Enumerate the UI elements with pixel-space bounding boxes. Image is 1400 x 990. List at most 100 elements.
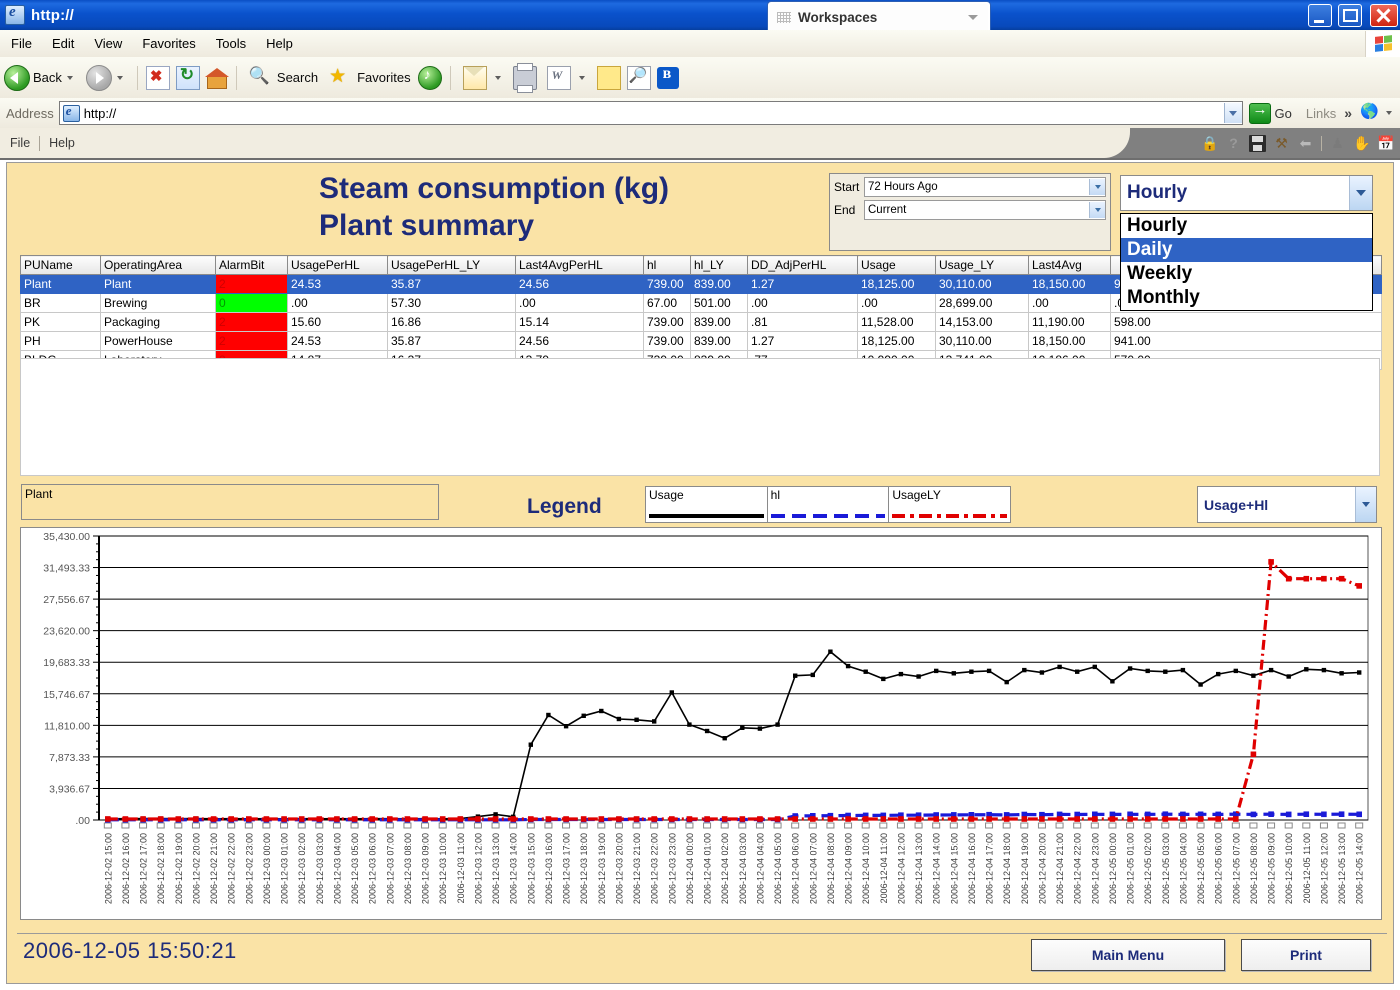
mail-button[interactable] xyxy=(456,62,510,94)
series-select[interactable]: Usage+Hl xyxy=(1197,486,1377,523)
period-select[interactable]: Hourly xyxy=(1120,175,1373,211)
data-point xyxy=(722,736,727,741)
period-option-weekly[interactable]: Weekly xyxy=(1121,262,1372,286)
bluetooth-icon[interactable] xyxy=(656,65,679,89)
x-tick xyxy=(1055,822,1064,829)
table-column-header[interactable]: Last4Avg xyxy=(1028,255,1111,275)
table-row[interactable]: PH PowerHouse 2 24.53 35.87 24.56 739.00 839.00… xyxy=(20,331,1382,351)
stop-icon[interactable] xyxy=(145,65,170,90)
main-menu-button[interactable]: Main Menu xyxy=(1031,939,1225,971)
menu-item-help[interactable]: Help xyxy=(257,34,302,53)
app-menu-help[interactable]: Help xyxy=(49,136,75,150)
table-cell: 24.56 xyxy=(515,274,644,294)
forward-history-chevron-icon[interactable] xyxy=(116,75,123,80)
table-column-header[interactable]: Last4AvgPerHL xyxy=(515,255,644,275)
data-point xyxy=(105,816,111,822)
home-icon[interactable] xyxy=(204,67,229,89)
toolbar-overflow-icon[interactable]: » xyxy=(1344,105,1352,121)
tools-icon[interactable]: ⚒ xyxy=(1273,135,1290,152)
table-column-header[interactable]: hl_LY xyxy=(690,255,748,275)
print-button[interactable]: Print xyxy=(1241,939,1371,971)
research-icon[interactable] xyxy=(626,65,651,90)
table-cell: 2 xyxy=(215,331,288,351)
period-option-hourly[interactable]: Hourly xyxy=(1121,214,1372,238)
plant-selector[interactable]: Plant xyxy=(21,484,439,520)
menu-item-edit[interactable]: Edit xyxy=(43,34,83,53)
favorites-button[interactable]: Favorites xyxy=(322,62,414,94)
table-column-header[interactable]: UsagePerHL xyxy=(287,255,388,275)
address-label: Address xyxy=(6,105,54,121)
table-cell: 35.87 xyxy=(387,331,516,351)
data-point xyxy=(1039,670,1045,675)
x-tick-label: 2006-12-03 21:00 xyxy=(632,833,642,904)
chevron-down-icon[interactable] xyxy=(1349,176,1372,210)
workspaces-dropdown[interactable]: Workspaces xyxy=(768,2,990,33)
back-button[interactable]: Back xyxy=(0,62,82,94)
data-point xyxy=(616,716,622,722)
help-icon[interactable]: ? xyxy=(1225,135,1242,152)
acrobat-chevron-icon[interactable] xyxy=(1386,111,1392,115)
data-point xyxy=(510,816,516,822)
table-column-header[interactable]: Usage_LY xyxy=(935,255,1029,275)
data-point xyxy=(969,669,974,674)
table-column-header[interactable]: DD_AdjPerHL xyxy=(747,255,858,275)
start-select[interactable]: 72 Hours Ago xyxy=(864,177,1106,197)
menu-item-view[interactable]: View xyxy=(85,34,131,53)
lock-icon[interactable]: 🔒 xyxy=(1201,135,1218,152)
media-icon[interactable] xyxy=(417,65,442,90)
address-input[interactable]: http:// xyxy=(58,101,1243,125)
minimize-button[interactable] xyxy=(1308,4,1332,27)
back-icon[interactable]: ⬅ xyxy=(1297,135,1314,152)
data-point xyxy=(898,671,904,677)
print-icon[interactable] xyxy=(512,62,537,93)
notes-icon[interactable] xyxy=(596,65,621,90)
address-dropdown-icon[interactable] xyxy=(1223,103,1242,123)
refresh-icon[interactable] xyxy=(175,65,200,90)
data-point xyxy=(1180,667,1186,673)
save-icon[interactable] xyxy=(1249,134,1266,152)
x-tick xyxy=(1284,822,1293,829)
period-options-list[interactable]: Hourly Daily Weekly Monthly xyxy=(1120,213,1373,311)
app-menu-file[interactable]: File xyxy=(10,136,30,150)
chevron-down-icon[interactable] xyxy=(1089,179,1105,195)
x-tick-label: 2006-12-05 03:00 xyxy=(1161,833,1171,904)
links-label[interactable]: Links xyxy=(1306,106,1336,121)
menu-item-favorites[interactable]: Favorites xyxy=(133,34,204,53)
maximize-button[interactable] xyxy=(1338,4,1362,27)
go-button[interactable]: Go xyxy=(1248,101,1292,124)
table-column-header[interactable]: AlarmBit xyxy=(215,255,288,275)
x-tick-label: 2006-12-04 21:00 xyxy=(1055,833,1065,904)
table-column-header[interactable]: OperatingArea xyxy=(100,255,216,275)
spy-icon[interactable]: ♟ xyxy=(1329,135,1346,152)
table-column-header[interactable]: UsagePerHL_LY xyxy=(387,255,516,275)
mail-chevron-icon[interactable] xyxy=(494,75,501,80)
x-tick xyxy=(597,822,606,829)
search-button[interactable]: Search xyxy=(242,62,322,94)
word-chevron-icon[interactable] xyxy=(578,75,585,80)
close-button[interactable] xyxy=(1370,4,1398,27)
menu-item-tools[interactable]: Tools xyxy=(207,34,255,53)
chevron-down-icon[interactable] xyxy=(1355,487,1376,522)
menu-item-file[interactable]: File xyxy=(2,34,41,53)
data-point xyxy=(1109,816,1116,822)
chevron-down-icon[interactable] xyxy=(1089,202,1105,218)
table-column-header[interactable]: hl xyxy=(643,255,691,275)
edit-word-button[interactable] xyxy=(540,62,594,94)
back-history-chevron-icon[interactable] xyxy=(66,75,73,80)
calendar-icon[interactable]: 📅 xyxy=(1377,135,1394,152)
table-row[interactable]: PK Packaging 2 15.60 16.86 15.14 739.00 839.00.… xyxy=(20,312,1382,332)
forward-button[interactable] xyxy=(82,62,132,94)
period-option-monthly[interactable]: Monthly xyxy=(1121,286,1372,310)
data-point xyxy=(1021,816,1028,822)
acrobat-icon[interactable] xyxy=(1360,102,1379,123)
data-point xyxy=(1198,682,1203,687)
end-select[interactable]: Current xyxy=(864,200,1106,220)
start-label: Start xyxy=(834,180,860,194)
x-tick xyxy=(350,822,359,829)
data-point xyxy=(598,816,605,822)
x-tick xyxy=(1143,822,1152,829)
table-column-header[interactable]: Usage xyxy=(857,255,936,275)
hand-icon[interactable]: ✋ xyxy=(1353,135,1370,152)
table-column-header[interactable]: PUName xyxy=(20,255,101,275)
period-option-daily[interactable]: Daily xyxy=(1121,238,1372,262)
